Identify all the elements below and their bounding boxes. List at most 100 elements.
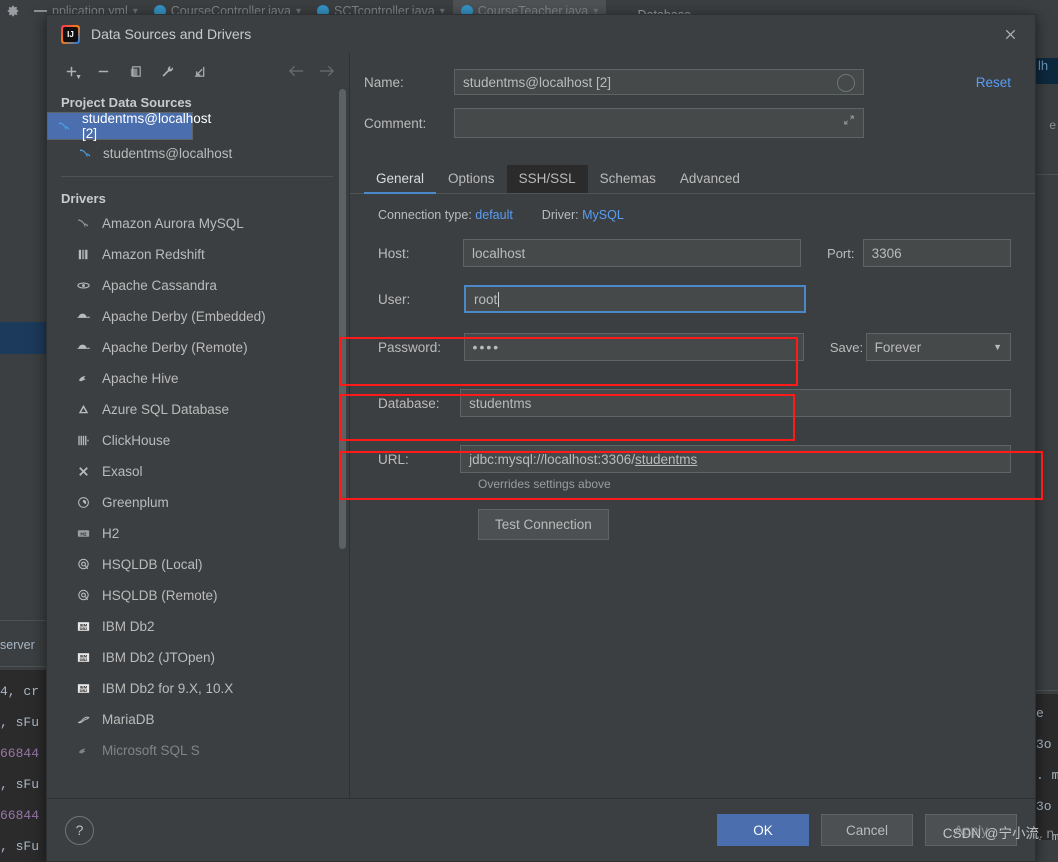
driver-label: IBM Db2 — [102, 619, 155, 634]
general-tab-content: Connection type: default Driver: MySQL H… — [339, 194, 1043, 798]
driver-item-clickhouse[interactable]: ClickHouse — [47, 425, 349, 456]
import-button[interactable] — [185, 58, 213, 84]
left-panel-scrollbar-thumb[interactable] — [339, 89, 346, 549]
forward-button[interactable] — [313, 58, 339, 84]
text-caret — [498, 291, 500, 307]
hive-icon — [75, 370, 92, 387]
editor-token-highlight: lh — [1036, 58, 1058, 84]
host-input[interactable]: localhost — [462, 239, 802, 267]
divider — [1036, 174, 1058, 175]
driver-item-apache-hive[interactable]: Apache Hive — [47, 363, 349, 394]
port-input[interactable]: 3306 — [862, 239, 1011, 267]
mariadb-icon — [75, 711, 92, 728]
driver-label: IBM Db2 for 9.X, 10.X — [102, 681, 234, 696]
driver-item-microsoft-sql-server[interactable]: Microsoft SQL S — [47, 735, 349, 766]
name-input[interactable]: studentms@localhost [2] — [454, 69, 864, 95]
cancel-button[interactable]: Cancel — [821, 814, 913, 846]
comment-input[interactable] — [454, 108, 864, 138]
ok-button[interactable]: OK — [717, 814, 809, 846]
driver-item-apache-derby-embedded[interactable]: Apache Derby (Embedded) — [47, 301, 349, 332]
driver-item-h2[interactable]: H2 H2 — [47, 518, 349, 549]
host-label: Host: — [378, 245, 410, 261]
driver-label: ClickHouse — [102, 433, 171, 448]
tab-general[interactable]: General — [364, 165, 437, 194]
driver-value[interactable]: MySQL — [582, 208, 624, 222]
settings-tabs: General Options SSH/SSL Schemas Advanced — [364, 161, 1035, 194]
user-input-value: root — [474, 291, 498, 307]
dash-icon — [34, 10, 47, 12]
driver-item-greenplum[interactable]: Greenplum — [47, 487, 349, 518]
save-label: Save: — [829, 339, 864, 355]
connection-type-value[interactable]: default — [475, 208, 513, 222]
console-line: , sFu — [0, 777, 40, 792]
driver-item-exasol[interactable]: Exasol — [47, 456, 349, 487]
driver-label: Amazon Redshift — [102, 247, 205, 262]
name-label: Name: — [364, 74, 404, 90]
database-row: Database: studentms — [364, 388, 1011, 418]
expand-icon[interactable] — [843, 114, 855, 129]
console-line: . m — [1036, 768, 1058, 783]
data-source-item-studentms-localhost[interactable]: studentms@localhost — [47, 140, 349, 167]
driver-item-hsqldb-remote[interactable]: HSQLDB (Remote) — [47, 580, 349, 611]
password-row: Password: •••• Save: Forever ▼ — [364, 332, 1011, 362]
project-data-sources-heading: Project Data Sources — [61, 95, 192, 110]
driver-label: Apache Hive — [102, 371, 179, 386]
save-select[interactable]: Forever ▼ — [865, 333, 1011, 361]
data-sources-tree[interactable]: Project Data Sources studentms@localhost… — [47, 89, 349, 798]
intellij-idea-icon — [61, 24, 80, 44]
console-line: e — [1036, 706, 1044, 721]
driver-item-ibm-db2-jtopen[interactable]: IBM DB2 IBM Db2 (JTOpen) — [47, 642, 349, 673]
user-label: User: — [378, 291, 411, 307]
clickhouse-icon — [75, 432, 92, 449]
data-sources-left-panel: ▼ Project Data Sources studentms@localho… — [47, 53, 350, 798]
ibm-db2-icon: IBM DB2 — [75, 680, 92, 697]
driver-item-ibm-db2[interactable]: IBM DB2 IBM Db2 — [47, 611, 349, 642]
url-suffix: studentms — [634, 451, 698, 467]
watermark-suffix: . n — [1038, 826, 1054, 841]
ide-left-strip: server 4, cr , sFu 66844 , sFu 66844 , s… — [0, 22, 46, 862]
derby-icon — [75, 308, 92, 325]
divider — [1036, 690, 1058, 691]
tab-advanced[interactable]: Advanced — [668, 165, 752, 193]
add-button[interactable]: ▼ — [57, 58, 85, 84]
driver-item-mariadb[interactable]: MariaDB — [47, 704, 349, 735]
redshift-icon — [75, 246, 92, 263]
tab-options[interactable]: Options — [436, 165, 507, 193]
chevron-down-icon: ▼ — [75, 74, 82, 81]
driver-item-azure-sql-database[interactable]: Azure SQL Database — [47, 394, 349, 425]
reset-link[interactable]: Reset — [976, 75, 1011, 90]
driver-label: Apache Derby (Embedded) — [102, 309, 266, 324]
editor-text-fragment: e — [1049, 118, 1056, 132]
driver-item-ibm-db2-9x-10x[interactable]: IBM DB2 IBM Db2 for 9.X, 10.X — [47, 673, 349, 704]
console-line: 66844 — [0, 808, 40, 823]
password-input[interactable]: •••• — [463, 333, 804, 361]
back-button[interactable] — [283, 58, 309, 84]
dialog-footer: ? OK Cancel Apply — [47, 798, 1035, 861]
tab-schemas[interactable]: Schemas — [588, 165, 668, 193]
test-connection-button[interactable]: Test Connection — [478, 509, 609, 540]
url-row: URL: jdbc:mysql://localhost:3306/student… — [364, 444, 1011, 474]
driver-item-apache-cassandra[interactable]: Apache Cassandra — [47, 270, 349, 301]
help-button[interactable]: ? — [65, 815, 94, 845]
tab-ssh-ssl[interactable]: SSH/SSL — [506, 165, 588, 193]
database-input[interactable]: studentms — [460, 389, 1011, 417]
properties-button[interactable] — [153, 58, 181, 84]
close-icon[interactable] — [993, 19, 1027, 49]
data-source-item-studentms-localhost-2[interactable]: studentms@localhost [2] — [47, 111, 211, 141]
driver-item-hsqldb-local[interactable]: HSQLDB (Local) — [47, 549, 349, 580]
driver-item-amazon-redshift[interactable]: Amazon Redshift — [47, 239, 349, 270]
url-input[interactable]: jdbc:mysql://localhost:3306/studentms — [460, 445, 1011, 473]
data-source-label: studentms@localhost — [103, 146, 233, 161]
driver-item-apache-derby-remote[interactable]: Apache Derby (Remote) — [47, 332, 349, 363]
driver-label: HSQLDB (Remote) — [102, 588, 218, 603]
driver-label: HSQLDB (Local) — [102, 557, 203, 572]
password-label: Password: — [378, 339, 442, 355]
host-input-value: localhost — [471, 245, 526, 261]
divider — [0, 620, 46, 621]
greenplum-icon — [75, 494, 92, 511]
remove-button[interactable] — [89, 58, 117, 84]
driver-item-amazon-aurora-mysql[interactable]: Amazon Aurora MySQL — [47, 208, 349, 239]
gear-icon[interactable] — [0, 4, 26, 18]
duplicate-button[interactable] — [121, 58, 149, 84]
user-input[interactable]: root — [464, 285, 806, 313]
